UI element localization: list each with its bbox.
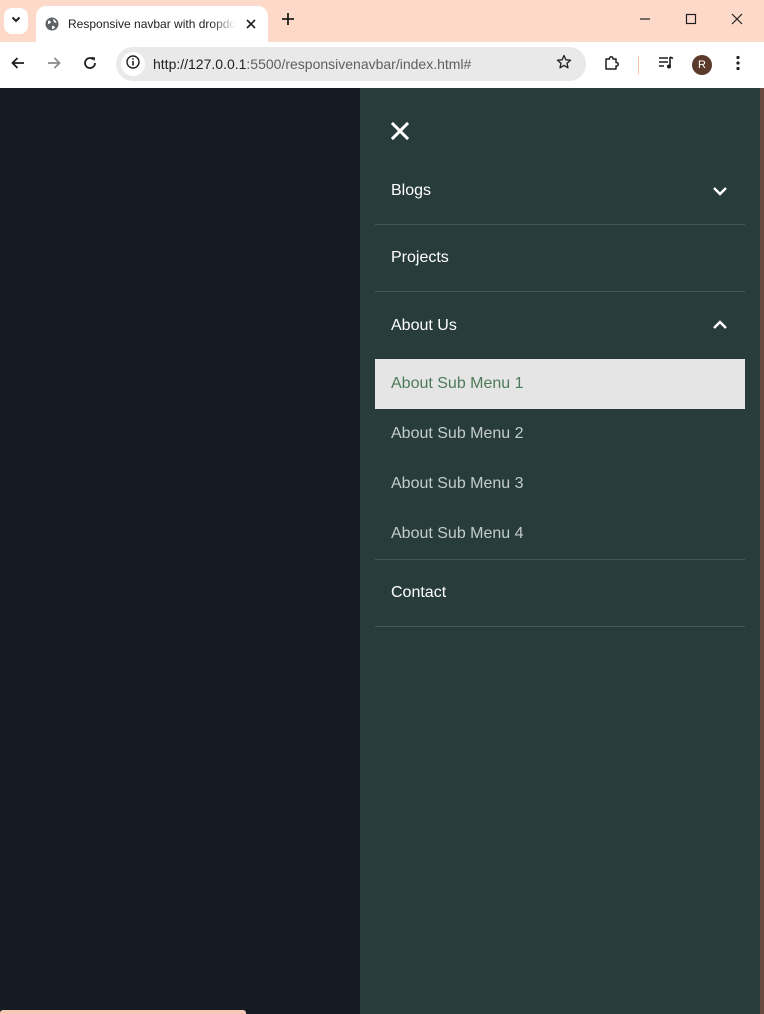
chevron-up-icon xyxy=(711,316,729,334)
address-bar[interactable]: http://127.0.0.1:5500/responsivenavbar/i… xyxy=(116,47,586,81)
nav-item-label: About Us xyxy=(391,316,457,334)
browser-tab[interactable]: Responsive navbar with dropdown xyxy=(36,6,268,42)
browser-menu-button[interactable] xyxy=(726,53,750,77)
maximize-window-button[interactable] xyxy=(680,10,702,32)
media-controls-button[interactable] xyxy=(654,53,678,77)
about-submenu: About Sub Menu 1 About Sub Menu 2 About … xyxy=(375,359,745,560)
profile-avatar[interactable]: R xyxy=(692,55,712,75)
toolbar-divider xyxy=(638,56,639,74)
chevron-down-icon xyxy=(711,182,729,200)
maximize-icon xyxy=(685,12,697,30)
close-window-button[interactable] xyxy=(726,10,748,32)
submenu-item-about-2[interactable]: About Sub Menu 2 xyxy=(375,409,745,459)
close-icon xyxy=(390,121,410,145)
url-path: :5500/responsivenavbar/index.html# xyxy=(246,56,472,72)
close-tab-icon[interactable] xyxy=(242,15,260,33)
back-button[interactable] xyxy=(6,53,30,77)
star-icon xyxy=(556,54,572,75)
page-body: Blogs Projects About Us About Sub Menu 1… xyxy=(0,88,760,1014)
browser-toolbar: http://127.0.0.1:5500/responsivenavbar/i… xyxy=(0,42,764,88)
nav-item-contact[interactable]: Contact xyxy=(375,560,745,627)
nav-item-projects[interactable]: Projects xyxy=(375,225,745,292)
close-icon xyxy=(731,12,743,30)
queue-music-icon xyxy=(657,54,675,77)
browser-tab-strip: Responsive navbar with dropdown xyxy=(0,0,764,42)
nav-item-label: Contact xyxy=(391,584,447,601)
forward-button[interactable] xyxy=(42,53,66,77)
nav-item-about-us[interactable]: About Us xyxy=(375,292,745,359)
url-host: http://127.0.0.1 xyxy=(153,56,247,72)
minimize-window-button[interactable] xyxy=(634,10,656,32)
nav-menu: Blogs Projects About Us About Sub Menu 1… xyxy=(375,158,745,627)
globe-icon xyxy=(45,17,59,31)
url-text: http://127.0.0.1:5500/responsivenavbar/i… xyxy=(153,56,471,72)
submenu-item-about-4[interactable]: About Sub Menu 4 xyxy=(375,509,745,559)
site-info-button[interactable] xyxy=(121,52,145,76)
arrow-left-icon xyxy=(10,55,26,76)
tab-search-button[interactable] xyxy=(4,8,28,34)
submenu-item-about-3[interactable]: About Sub Menu 3 xyxy=(375,459,745,509)
tab-title: Responsive navbar with dropdown xyxy=(68,17,236,31)
nav-item-blogs[interactable]: Blogs xyxy=(375,158,745,225)
mobile-nav-drawer: Blogs Projects About Us About Sub Menu 1… xyxy=(360,88,760,1014)
info-icon xyxy=(126,54,140,74)
new-tab-button[interactable] xyxy=(278,11,298,31)
nav-item-label: Projects xyxy=(391,249,449,266)
bookmark-button[interactable] xyxy=(554,54,574,74)
close-menu-button[interactable] xyxy=(388,121,412,145)
submenu-item-about-1[interactable]: About Sub Menu 1 xyxy=(375,359,745,409)
chevron-down-icon xyxy=(10,12,22,30)
plus-icon xyxy=(281,12,295,31)
download-shelf-edge xyxy=(0,1010,246,1014)
reload-button[interactable] xyxy=(78,53,102,77)
more-vertical-icon xyxy=(736,55,740,76)
puzzle-icon xyxy=(603,54,621,77)
extensions-button[interactable] xyxy=(600,53,624,77)
minimize-icon xyxy=(639,12,651,30)
arrow-right-icon xyxy=(46,55,62,76)
reload-icon xyxy=(82,55,98,76)
nav-item-label: Blogs xyxy=(391,182,432,199)
